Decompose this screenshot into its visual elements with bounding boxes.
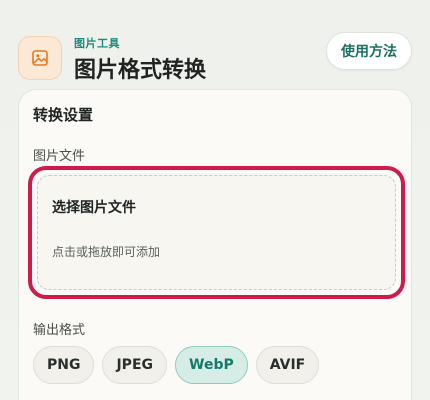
- file-drop-zone[interactable]: 选择图片文件 点击或拖放即可添加: [37, 175, 396, 290]
- drop-title: 选择图片文件: [52, 200, 136, 216]
- drop-hint: 点击或拖放即可添加: [52, 245, 161, 259]
- settings-title: 转换设置: [33, 106, 94, 124]
- app-subtitle: 图片工具: [74, 37, 120, 50]
- format-webp-button[interactable]: WebP: [175, 346, 248, 384]
- settings-card: 转换设置 图片文件 选择图片文件 点击或拖放即可添加 输出格式 PNG JPEG…: [18, 89, 412, 400]
- file-label: 图片文件: [33, 149, 86, 164]
- format-png-button[interactable]: PNG: [33, 346, 95, 384]
- page-title: 图片格式转换: [74, 58, 207, 83]
- image-icon: [32, 50, 48, 66]
- format-avif-button[interactable]: AVIF: [255, 346, 320, 384]
- app: 图片工具 图片格式转换 使用方法 转换设置 图片文件 选择图片文件 点击或拖放即…: [0, 0, 430, 400]
- app-icon: [18, 36, 62, 80]
- help-button[interactable]: 使用方法: [326, 32, 412, 70]
- format-label: 输出格式: [33, 323, 86, 338]
- header: 图片工具 图片格式转换 使用方法: [18, 32, 412, 84]
- format-jpeg-button[interactable]: JPEG: [102, 346, 167, 384]
- format-options: PNG JPEG WebP AVIF: [33, 346, 320, 384]
- drop-highlight: 选择图片文件 点击或拖放即可添加: [28, 166, 405, 299]
